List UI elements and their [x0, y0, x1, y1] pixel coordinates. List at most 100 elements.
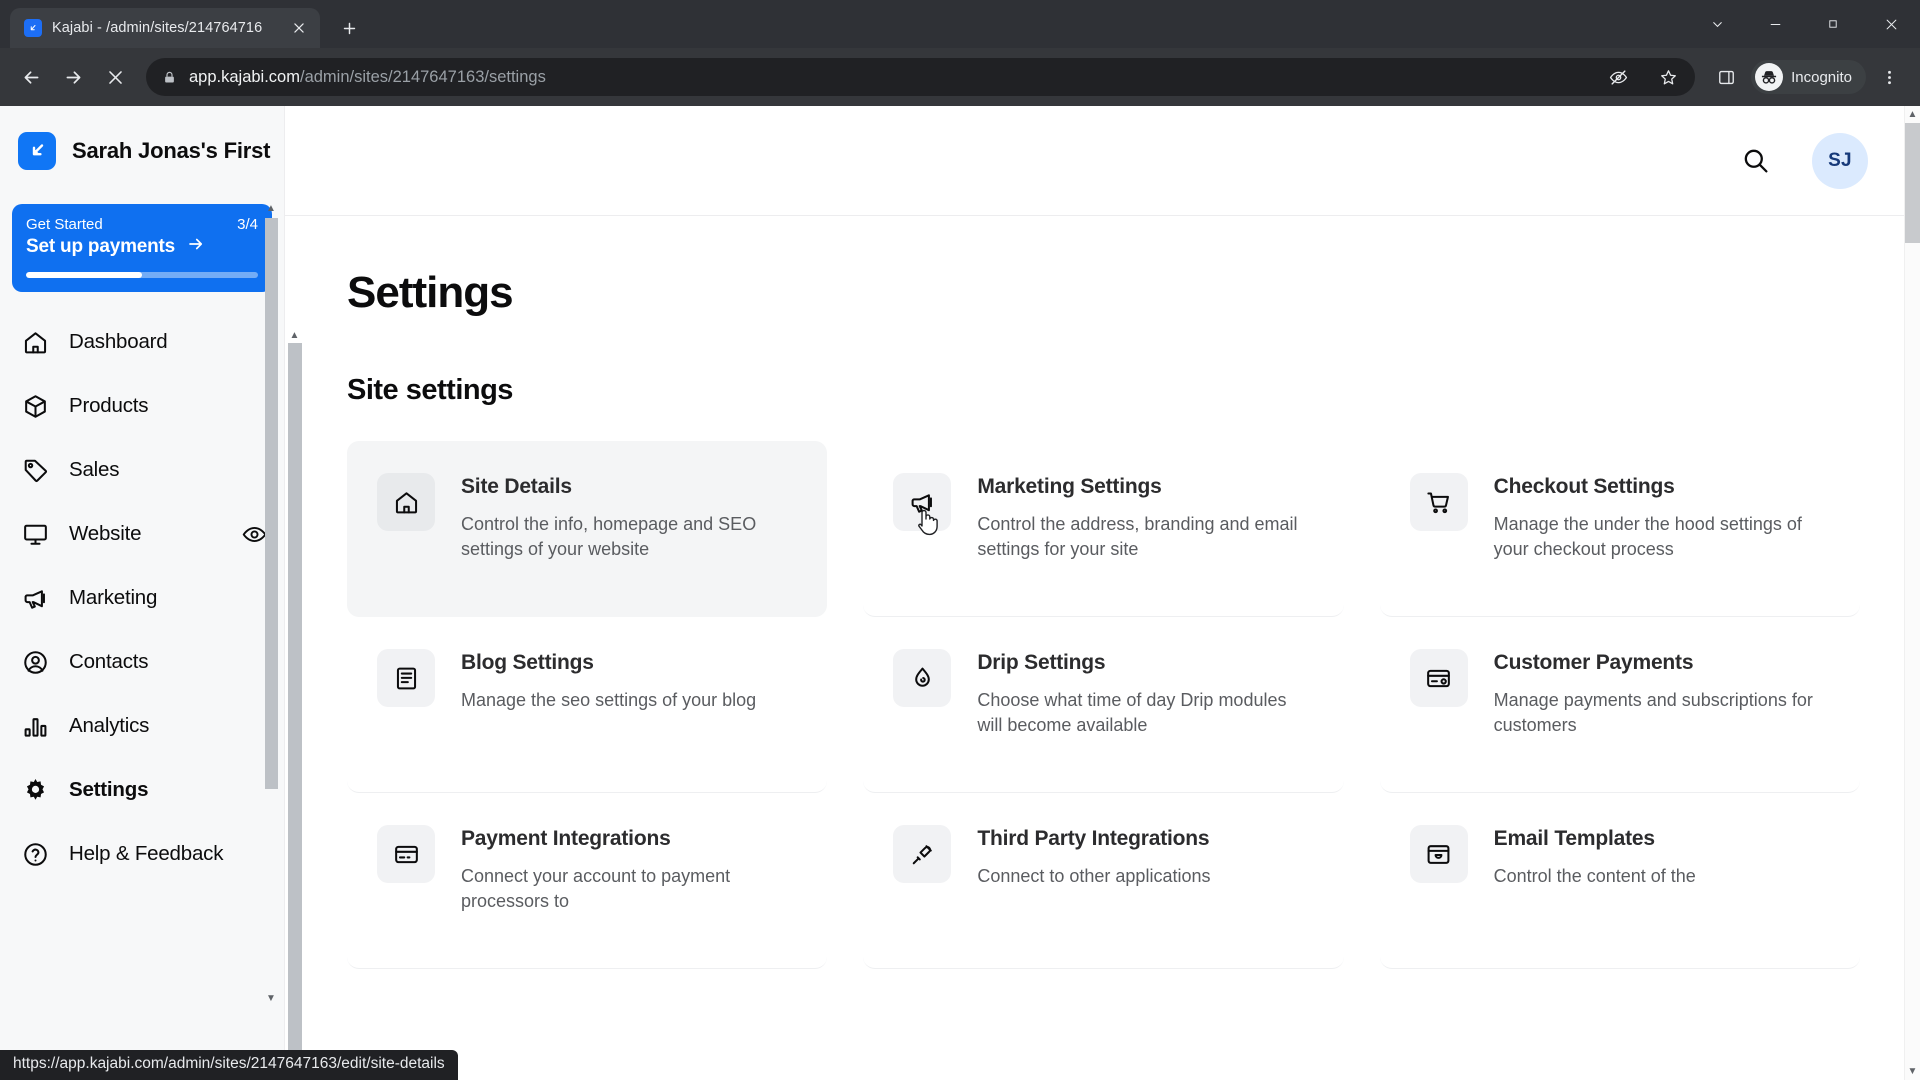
- droplet-icon: [893, 649, 952, 707]
- stop-loading-icon[interactable]: [96, 58, 134, 96]
- app-topbar: SJ: [285, 106, 1920, 216]
- sidebar-item-label: Contacts: [69, 650, 149, 673]
- card-body: Payment Integrations Connect your account…: [461, 825, 797, 914]
- page-scroll-thumb[interactable]: [1905, 123, 1920, 243]
- tab-search-chevron-icon[interactable]: [1688, 0, 1746, 48]
- card-body: Site Details Control the info, homepage a…: [461, 473, 797, 562]
- sidebar-item-contacts[interactable]: Contacts: [0, 630, 284, 694]
- get-started-progress-bar: [26, 272, 258, 278]
- star-icon[interactable]: [1649, 58, 1687, 96]
- three-dot-menu-icon[interactable]: [1870, 58, 1908, 96]
- card-description: Manage payments and subscriptions for cu…: [1493, 690, 1813, 735]
- card-body: Marketing Settings Control the address, b…: [977, 473, 1313, 562]
- settings-card-site-details[interactable]: Site Details Control the info, homepage a…: [347, 441, 828, 617]
- sidebar-item-label: Help & Feedback: [69, 842, 224, 865]
- content-scroll-thumb[interactable]: [287, 343, 302, 1080]
- sidebar-nav: Dashboard Products Sales Website Marketing Co…: [0, 310, 284, 1080]
- settings-card-payment-integrations[interactable]: Payment Integrations Connect your account…: [347, 793, 828, 969]
- avatar[interactable]: SJ: [1812, 132, 1868, 189]
- page-scroll-track[interactable]: [1905, 123, 1920, 1063]
- url-domain: app.kajabi.com: [189, 67, 300, 86]
- settings-card-customer-payments[interactable]: Customer Payments Manage payments and sub…: [1379, 617, 1860, 793]
- card-body: Third Party Integrations Connect to other…: [977, 825, 1210, 889]
- card-body: Checkout Settings Manage the under the ho…: [1494, 473, 1830, 562]
- monitor-icon: [20, 519, 50, 549]
- sidebar-item-marketing[interactable]: Marketing: [0, 566, 284, 630]
- get-started-card[interactable]: Get Started 3/4 Set up payments: [12, 204, 272, 292]
- card-description: Control the content of the: [1493, 866, 1696, 886]
- sidebar-item-settings[interactable]: Settings: [0, 758, 284, 822]
- address-bar[interactable]: app.kajabi.com/admin/sites/2147647163/se…: [146, 58, 1696, 96]
- sidebar-item-label: Website: [69, 522, 142, 545]
- card-title: Customer Payments: [1493, 651, 1694, 674]
- content-scrollbar-left[interactable]: ▲: [287, 328, 302, 1080]
- scroll-down-arrow-icon[interactable]: ▼: [266, 992, 276, 1006]
- page-scrollbar[interactable]: ▲ ▼: [1904, 106, 1920, 1080]
- card-body: Blog Settings Manage the seo settings of …: [461, 649, 756, 713]
- home-icon: [377, 473, 435, 531]
- section-title: Site settings: [347, 374, 513, 406]
- incognito-label: Incognito: [1791, 68, 1852, 86]
- card-description: Choose what time of day Drip modules wil…: [977, 690, 1287, 735]
- incognito-icon: [1755, 63, 1784, 91]
- close-window-button[interactable]: [1862, 0, 1920, 48]
- sidebar-scrollbar[interactable]: ▲ ▼: [264, 202, 278, 1006]
- settings-card-email-templates[interactable]: Email Templates Control the content of th…: [1379, 793, 1860, 969]
- brand[interactable]: Sarah Jonas's First: [0, 106, 284, 170]
- tab-title: Kajabi - /admin/sites/214764716: [52, 20, 263, 36]
- tag-icon: [20, 455, 50, 485]
- sidebar-scroll-track[interactable]: [264, 216, 278, 992]
- box-icon: [20, 391, 50, 421]
- sidebar-scroll-thumb[interactable]: [264, 218, 278, 790]
- browser-tab[interactable]: Kajabi - /admin/sites/214764716: [10, 8, 320, 48]
- back-arrow-icon[interactable]: [12, 58, 50, 96]
- browser-toolbar: app.kajabi.com/admin/sites/2147647163/se…: [0, 48, 1920, 106]
- home-icon: [20, 327, 50, 357]
- get-started-header: Get Started 3/4: [26, 216, 258, 233]
- incognito-profile-button[interactable]: Incognito: [1751, 60, 1866, 94]
- settings-card-blog-settings[interactable]: Blog Settings Manage the seo settings of …: [347, 617, 828, 793]
- settings-card-marketing-settings[interactable]: Marketing Settings Control the address, b…: [863, 441, 1344, 617]
- card-title: Payment Integrations: [461, 827, 671, 850]
- question-circle-icon: [20, 839, 50, 869]
- new-tab-button[interactable]: [332, 11, 366, 45]
- credit-card-icon: [377, 825, 435, 883]
- card-description: Control the info, homepage and SEO setti…: [461, 514, 757, 559]
- tab-strip: Kajabi - /admin/sites/214764716: [0, 0, 1920, 48]
- scroll-up-arrow-icon[interactable]: ▲: [266, 202, 276, 216]
- sidebar-item-sales[interactable]: Sales: [0, 438, 284, 502]
- megaphone-icon: [20, 583, 50, 613]
- maximize-button[interactable]: [1804, 0, 1862, 48]
- sidebar-item-label: Marketing: [69, 586, 158, 609]
- settings-card-checkout-settings[interactable]: Checkout Settings Manage the under the ho…: [1379, 441, 1860, 617]
- card-title: Drip Settings: [977, 651, 1106, 674]
- card-body: Drip Settings Choose what time of day Dri…: [977, 649, 1313, 738]
- eye-slash-icon[interactable]: [1599, 58, 1637, 96]
- plug-icon: [893, 825, 952, 883]
- sidebar-item-dashboard[interactable]: Dashboard: [0, 310, 284, 374]
- content-scroll-track[interactable]: [287, 343, 302, 1080]
- scroll-up-arrow-icon[interactable]: ▲: [1908, 106, 1918, 123]
- url-path: /admin/sites/2147647163/settings: [299, 67, 546, 86]
- minimize-button[interactable]: [1746, 0, 1804, 48]
- search-icon[interactable]: [1741, 146, 1770, 175]
- scroll-down-arrow-icon[interactable]: ▼: [1908, 1063, 1918, 1080]
- sidebar-item-website[interactable]: Website: [0, 502, 284, 566]
- close-icon[interactable]: [286, 15, 312, 41]
- sidebar-item-products[interactable]: Products: [0, 374, 284, 438]
- sidebar-item-help-feedback[interactable]: Help & Feedback: [0, 822, 284, 886]
- bar-chart-icon: [20, 711, 50, 741]
- scroll-up-arrow-icon[interactable]: ▲: [290, 328, 300, 343]
- card-description: Control the address, branding and email …: [977, 514, 1298, 559]
- card-title: Site Details: [461, 475, 572, 498]
- settings-card-third-party-integrations[interactable]: Third Party Integrations Connect to other…: [863, 793, 1344, 969]
- get-started-cta[interactable]: Set up payments: [26, 235, 258, 258]
- settings-card-drip-settings[interactable]: Drip Settings Choose what time of day Dri…: [863, 617, 1344, 793]
- side-panel-icon[interactable]: [1707, 58, 1745, 96]
- card-title: Marketing Settings: [977, 475, 1162, 498]
- gear-icon: [20, 775, 50, 805]
- sidebar: Sarah Jonas's First Get Started 3/4 Set …: [0, 106, 458, 1080]
- sidebar-item-analytics[interactable]: Analytics: [0, 694, 284, 758]
- forward-arrow-icon[interactable]: [54, 58, 92, 96]
- sidebar-item-label: Settings: [69, 778, 149, 801]
